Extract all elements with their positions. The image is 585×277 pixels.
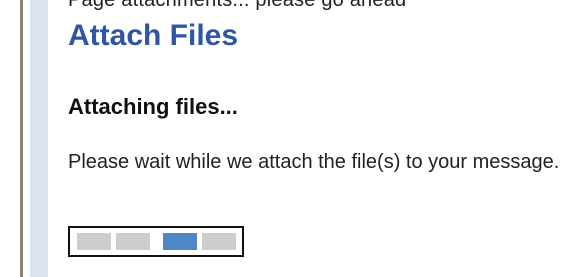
progress-segment-4 <box>202 233 236 250</box>
progress-indicator <box>68 226 244 257</box>
left-divider <box>20 0 23 277</box>
attach-files-page: Page attachments... please go ahead Atta… <box>0 0 585 277</box>
progress-segment-3-active <box>163 233 197 250</box>
progress-segment-2 <box>116 233 150 250</box>
page-title: Attach Files <box>68 19 239 52</box>
progress-segment-1 <box>77 233 111 250</box>
status-message: Please wait while we attach the file(s) … <box>68 151 560 173</box>
top-cutoff-text: Page attachments... please go ahead <box>68 0 407 11</box>
sidebar-strip <box>30 0 48 277</box>
status-heading: Attaching files... <box>68 94 238 119</box>
